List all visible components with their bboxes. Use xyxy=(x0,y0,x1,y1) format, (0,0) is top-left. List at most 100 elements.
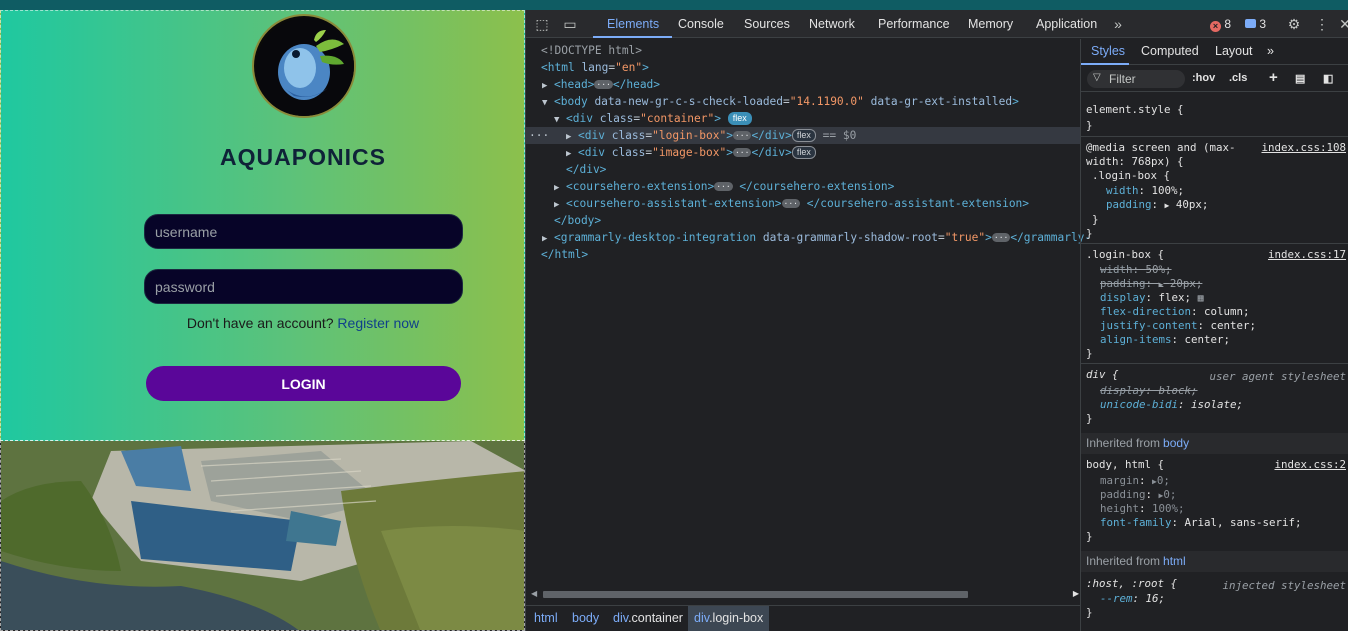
more-panes-icon[interactable]: » xyxy=(1267,44,1274,58)
browser-top-strip xyxy=(0,0,1348,10)
root-selector[interactable]: :host, :root { xyxy=(1086,577,1177,591)
new-rule-plus-icon[interactable]: + xyxy=(1269,69,1278,86)
tab-styles-underline xyxy=(1081,63,1129,65)
tab-performance[interactable]: Performance xyxy=(878,10,950,38)
source-link-index-17[interactable]: index.css:17 xyxy=(1268,248,1346,261)
class-attr: class xyxy=(611,146,646,159)
ellipsis-icon[interactable]: ··· xyxy=(714,182,733,191)
tab-network[interactable]: Network xyxy=(809,10,855,38)
body-html-selector[interactable]: body, html { xyxy=(1086,458,1164,472)
rem-variable-decl[interactable]: --rem: 16; xyxy=(1100,592,1165,606)
device-toolbar-icon[interactable]: ▭ xyxy=(562,16,578,32)
styles-pane: Styles Computed Layout » ▽ Filter :hov .… xyxy=(1080,39,1348,631)
media-width-decl[interactable]: width: 100%; xyxy=(1106,184,1184,198)
username-input[interactable]: username xyxy=(144,214,463,249)
tab-sources[interactable]: Sources xyxy=(744,10,790,38)
justify-content-decl[interactable]: justify-content: center; xyxy=(1100,319,1256,333)
toggle-sidebar-icon[interactable]: ◧ xyxy=(1323,72,1333,85)
scroll-left-icon[interactable]: ◀ xyxy=(531,589,537,598)
cls-toggle[interactable]: .cls xyxy=(1229,72,1247,84)
tab-layout[interactable]: Layout xyxy=(1215,44,1253,58)
dom-doctype[interactable]: <!DOCTYPE html> xyxy=(526,42,1080,59)
register-link[interactable]: Register now xyxy=(337,315,419,331)
inherited-margin-decl[interactable]: margin: ▶0; xyxy=(1100,474,1170,488)
hov-toggle[interactable]: :hov xyxy=(1192,72,1215,84)
filter-input[interactable]: ▽ Filter xyxy=(1087,70,1185,88)
element-state-brush-icon[interactable]: ▤ xyxy=(1295,72,1305,85)
ce-open-tag: <coursehero-extension> xyxy=(566,180,715,193)
dom-container-close[interactable]: </div> xyxy=(526,161,1080,178)
tab-styles[interactable]: Styles xyxy=(1091,44,1125,58)
breadcrumb-container[interactable]: div.container xyxy=(607,606,689,631)
password-input[interactable]: password xyxy=(144,269,463,304)
error-count-badge[interactable]: × 8 xyxy=(1210,17,1231,32)
more-options-icon[interactable]: ⋮ xyxy=(1314,16,1330,32)
dom-body-close[interactable]: </body> xyxy=(526,212,1080,229)
div-close-tag: </div> xyxy=(751,146,792,159)
source-link-index-2[interactable]: index.css:2 xyxy=(1274,458,1346,471)
dom-grammarly[interactable]: ▶ <grammarly-desktop-integration data-gra… xyxy=(526,229,1091,246)
lang-val: "en" xyxy=(615,61,643,74)
inherited-padding-decl[interactable]: padding: ▶0; xyxy=(1100,488,1176,502)
settings-gear-icon[interactable]: ⚙ xyxy=(1286,16,1302,32)
inherited-html-link[interactable]: html xyxy=(1163,554,1186,568)
ellipsis-icon[interactable]: ··· xyxy=(732,131,752,140)
flex-badge[interactable]: flex xyxy=(791,146,816,159)
dom-coursehero-extension[interactable]: ▶ <coursehero-extension> ··· </coursehero-… xyxy=(526,178,1080,195)
ellipsis-icon[interactable]: ··· xyxy=(781,199,800,208)
tab-application[interactable]: Application xyxy=(1036,10,1097,38)
ellipsis-icon[interactable]: ··· xyxy=(732,148,752,157)
dom-html-close[interactable]: </html> xyxy=(526,246,1080,263)
display-decl[interactable]: display: flex; ▦ xyxy=(1100,291,1204,305)
tab-console[interactable]: Console xyxy=(678,10,724,38)
dom-head[interactable]: ▶ <head> ··· </head> xyxy=(526,76,1080,93)
font-family-decl[interactable]: font-family: Arial, sans-serif; xyxy=(1100,516,1302,530)
media-padding-decl[interactable]: padding: ▶ 40px; xyxy=(1106,198,1208,212)
inherited-body-link[interactable]: body xyxy=(1163,436,1189,450)
page-title: AQUAPONICS xyxy=(220,144,386,170)
flex-direction-decl[interactable]: flex-direction: column; xyxy=(1100,305,1250,319)
login-box-selector[interactable]: .login-box { xyxy=(1086,248,1164,262)
dom-html[interactable]: <html lang="en"> xyxy=(526,59,1080,76)
dom-body[interactable]: ▼ <body data-new-gr-c-s-check-loaded="14.… xyxy=(526,93,1080,110)
scroll-right-icon[interactable]: ▶ xyxy=(1073,589,1079,598)
media-selector[interactable]: .login-box { xyxy=(1092,169,1170,183)
flexbox-editor-icon[interactable]: ▦ xyxy=(1198,293,1204,304)
flex-badge[interactable]: flex xyxy=(791,129,816,142)
tab-elements[interactable]: Elements xyxy=(607,10,659,38)
source-link-index-108[interactable]: index.css:108 xyxy=(1261,141,1346,154)
align-items-decl[interactable]: align-items: center; xyxy=(1100,333,1230,347)
overridden-width-decl[interactable]: width: 50%; xyxy=(1100,263,1172,277)
scrollbar-thumb[interactable] xyxy=(543,591,968,598)
login-button[interactable]: LOGIN xyxy=(146,366,461,401)
ellipsis-icon[interactable]: ··· xyxy=(991,233,1011,242)
more-tabs-icon[interactable]: » xyxy=(1110,16,1126,32)
breadcrumb-login-box[interactable]: div.login-box xyxy=(688,606,770,631)
overridden-padding-decl[interactable]: padding: ▶ 20px; xyxy=(1100,277,1202,291)
prop-value: center; xyxy=(1210,319,1257,332)
horizontal-scrollbar[interactable]: ◀ ▶ xyxy=(531,589,1079,600)
dom-login-box[interactable]: ··· ▶ <div class="login-box"> ··· </div> flex… xyxy=(526,127,1080,144)
ua-div-selector[interactable]: div { xyxy=(1086,368,1119,382)
message-count-badge[interactable]: 3 xyxy=(1245,17,1266,31)
row-more-icon[interactable]: ··· xyxy=(529,127,566,144)
gdi-val: "true" xyxy=(944,231,986,244)
ellipsis-icon[interactable]: ··· xyxy=(594,80,613,89)
dom-coursehero-assistant[interactable]: ▶ <coursehero-assistant-extension> ··· </c… xyxy=(526,195,1080,212)
crumb-tag: html xyxy=(534,611,558,625)
flex-badge[interactable]: flex xyxy=(727,112,752,125)
dom-container[interactable]: ▼ <div class="container"> flex xyxy=(526,110,1080,127)
breadcrumb-body[interactable]: body xyxy=(566,606,605,631)
expand-triangle-icon[interactable]: ▶ xyxy=(1159,280,1164,289)
tab-computed[interactable]: Computed xyxy=(1141,44,1199,58)
breadcrumb-html[interactable]: html xyxy=(528,606,564,631)
dom-image-box[interactable]: ▶ <div class="image-box"> ··· </div> flex xyxy=(526,144,1080,161)
inherited-height-decl[interactable]: height: 100%; xyxy=(1100,502,1185,516)
expand-triangle-icon[interactable]: ▶ xyxy=(1165,201,1170,210)
close-icon[interactable]: ✕ xyxy=(1337,16,1348,32)
inspect-element-icon[interactable]: ⬚ xyxy=(534,16,550,32)
tab-memory[interactable]: Memory xyxy=(968,10,1013,38)
element-style-selector[interactable]: element.style { xyxy=(1086,103,1184,117)
head-close-tag: </head> xyxy=(612,78,661,91)
body-attr1: data-new-gr-c-s-check-loaded xyxy=(594,95,784,108)
